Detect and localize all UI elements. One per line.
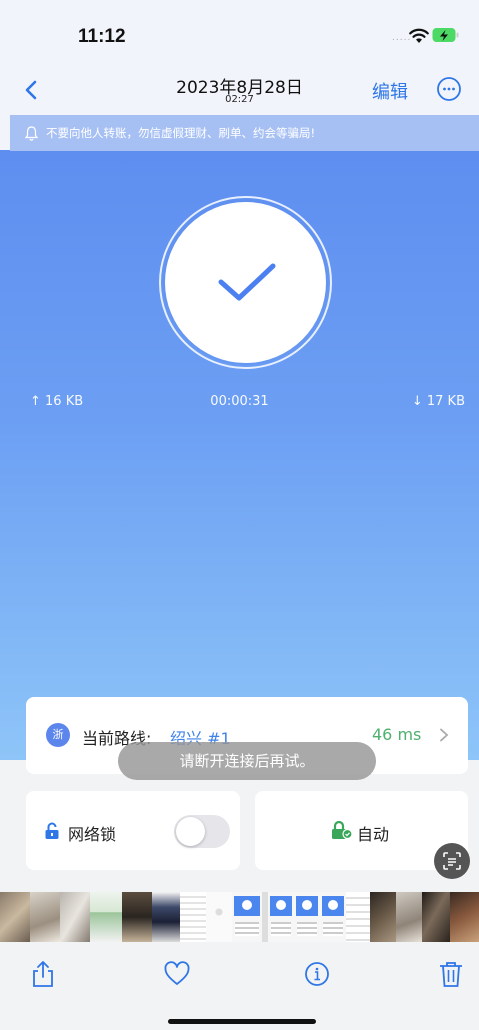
trash-icon[interactable]	[438, 960, 464, 988]
toast-message: 请断开连接后再试。	[118, 742, 376, 780]
fraud-notice-bar: 不要向他人转账，勿信虚假理财、刷单、约会等骗局!	[10, 115, 479, 151]
status-bar: 11:12 .....	[0, 0, 479, 72]
photo-thumbnail[interactable]	[180, 892, 206, 942]
photo-thumbnail[interactable]	[370, 892, 396, 942]
photo-thumbnail[interactable]	[232, 892, 262, 942]
notice-text: 不要向他人转账，勿信虚假理财、刷单、约会等骗局!	[46, 126, 316, 140]
photo-thumbnail[interactable]	[396, 892, 422, 942]
more-options-icon[interactable]	[436, 76, 462, 102]
download-stat: ↓ 17 KB	[411, 394, 465, 409]
wifi-icon	[409, 28, 429, 43]
thumb-dot	[302, 900, 312, 910]
photo-thumbnail[interactable]	[422, 892, 450, 942]
photo-thumbnail-strip	[0, 892, 479, 942]
photo-thumbnail[interactable]	[0, 892, 30, 942]
duration-stat: 00:00:31	[210, 394, 269, 409]
auto-lock-icon	[332, 820, 353, 840]
photo-thumbnail[interactable]	[90, 892, 122, 942]
photo-thumbnail[interactable]	[152, 892, 180, 942]
photo-thumbnail[interactable]	[346, 892, 370, 942]
connect-toggle-button[interactable]	[165, 202, 326, 363]
region-badge: 浙	[46, 723, 70, 747]
thumb-lines	[297, 922, 317, 936]
lock-icon	[45, 822, 59, 839]
screen: 11:12 ..... 2023年8月28日 02:27 编辑 不要向他人转账，…	[0, 0, 479, 1030]
network-lock-card: 网络锁	[26, 791, 240, 870]
auto-mode-label: 自动	[357, 825, 390, 844]
photo-thumbnail[interactable]	[450, 892, 479, 942]
thumb-dot	[242, 900, 252, 910]
photo-thumbnail[interactable]	[30, 892, 60, 942]
nav-bar: 2023年8月28日 02:27 编辑	[0, 70, 479, 114]
checkmark-icon	[218, 263, 276, 301]
chevron-right-icon	[440, 728, 449, 742]
home-indicator	[168, 1019, 316, 1024]
bell-icon	[24, 126, 39, 141]
network-lock-label: 网络锁	[68, 825, 117, 844]
thumb-lines	[323, 922, 343, 936]
edit-button[interactable]: 编辑	[372, 78, 408, 104]
route-latency: 46 ms	[372, 725, 422, 744]
thumb-lines	[235, 922, 259, 936]
thumb-dot	[328, 900, 338, 910]
status-time: 11:12	[78, 26, 126, 47]
thumb-lines	[271, 922, 291, 936]
photo-toolbar	[0, 944, 479, 1030]
text-scan-button[interactable]	[434, 843, 470, 879]
photo-thumbnail[interactable]	[60, 892, 90, 942]
share-icon[interactable]	[30, 960, 56, 988]
photo-thumbnail[interactable]	[268, 892, 294, 942]
battery-charging-icon	[432, 28, 459, 42]
thumb-dot	[276, 900, 286, 910]
background-gradient	[0, 0, 479, 760]
toggle-knob	[176, 817, 205, 846]
photo-thumbnail[interactable]	[294, 892, 320, 942]
photo-thumbnail[interactable]	[206, 892, 232, 942]
scan-text-icon	[443, 852, 461, 870]
photo-thumbnail[interactable]	[320, 892, 346, 942]
network-lock-toggle[interactable]	[174, 815, 230, 848]
info-icon[interactable]	[304, 960, 330, 988]
heart-icon[interactable]	[164, 960, 190, 988]
photo-thumbnail[interactable]	[122, 892, 152, 942]
